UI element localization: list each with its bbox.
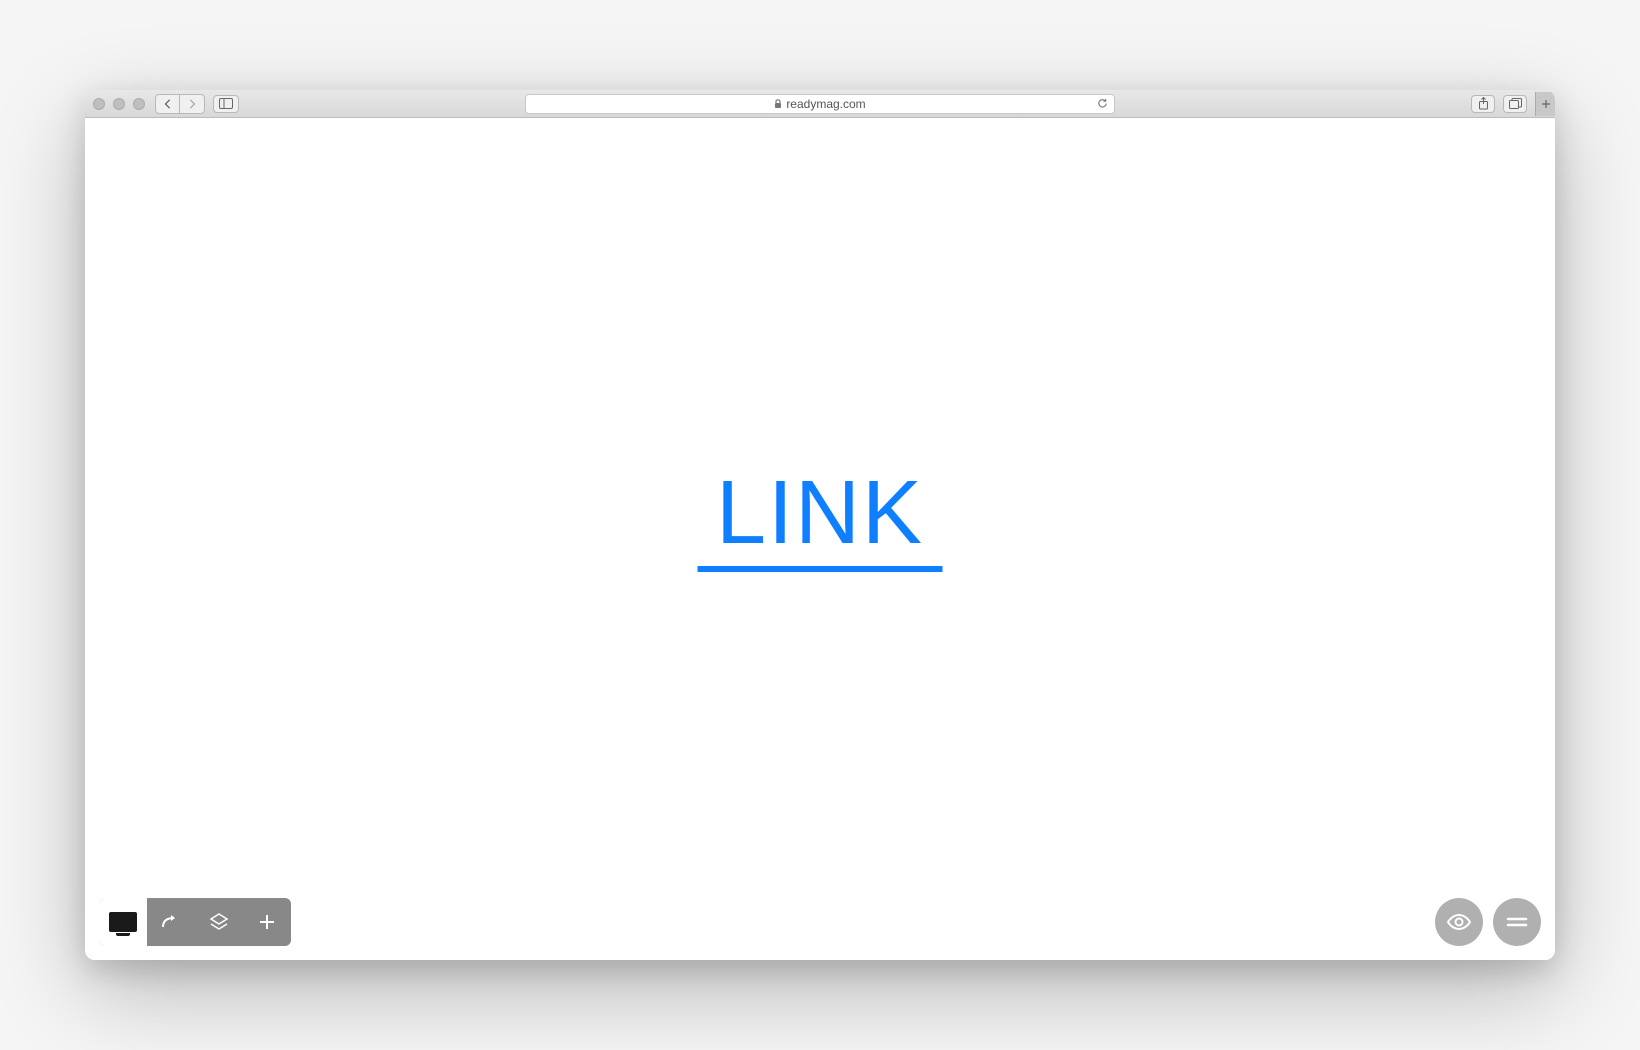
new-tab-button[interactable] [1535, 92, 1555, 116]
menu-button[interactable] [1493, 898, 1541, 946]
editor-toolbar [99, 898, 291, 946]
share-button[interactable] [1471, 95, 1495, 113]
chevron-right-icon [188, 99, 196, 109]
sidebar-icon [219, 98, 233, 109]
editor-right-controls [1435, 898, 1541, 946]
maximize-window-button[interactable] [133, 98, 145, 110]
forward-button[interactable] [180, 95, 204, 113]
lock-icon [774, 99, 782, 109]
tabs-button[interactable] [1503, 95, 1527, 113]
add-widget-button[interactable] [243, 898, 291, 946]
url-text: readymag.com [786, 97, 865, 111]
sidebar-toggle-button[interactable] [213, 95, 239, 113]
page-link[interactable]: LINK [716, 468, 924, 558]
plus-icon [1541, 99, 1551, 109]
share-icon [1478, 97, 1489, 110]
chevron-left-icon [164, 99, 172, 109]
tabs-icon [1509, 98, 1522, 109]
page-link-underline [698, 566, 943, 572]
monitor-icon [109, 912, 137, 932]
hamburger-icon [1506, 916, 1528, 928]
plus-icon [257, 912, 277, 932]
browser-toolbar: readymag.com [85, 90, 1555, 118]
preview-button[interactable] [1435, 898, 1483, 946]
back-button[interactable] [156, 95, 180, 113]
layers-icon [208, 911, 230, 933]
window-controls [93, 98, 145, 110]
close-window-button[interactable] [93, 98, 105, 110]
layers-button[interactable] [195, 898, 243, 946]
address-bar[interactable]: readymag.com [525, 94, 1115, 114]
minimize-window-button[interactable] [113, 98, 125, 110]
refresh-button[interactable] [1097, 98, 1108, 109]
browser-right-controls [1471, 92, 1547, 116]
animation-button[interactable] [147, 898, 195, 946]
eye-icon [1446, 913, 1472, 931]
nav-button-group [155, 94, 205, 114]
page-viewport: LINK [85, 118, 1555, 960]
device-desktop-button[interactable] [99, 898, 147, 946]
browser-window: readymag.com [85, 90, 1555, 960]
animation-arrow-icon [160, 913, 182, 931]
